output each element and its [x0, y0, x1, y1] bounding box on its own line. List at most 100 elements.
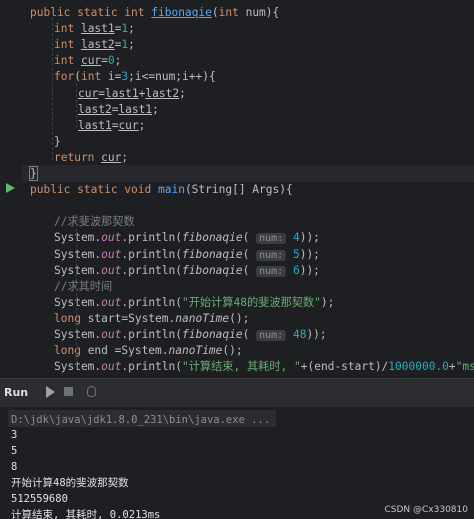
code-token: long [54, 344, 88, 358]
code-token: out [101, 231, 122, 245]
code-line[interactable]: int last2=1; [54, 37, 135, 53]
code-token: //求其时间 [54, 279, 113, 293]
code-line[interactable]: System.out.println("计算结束, 其耗时, "+(end-st… [54, 359, 474, 375]
code-token: } [29, 166, 38, 181]
code-token: (String[] Args){ [184, 183, 293, 197]
code-token: num){ [245, 6, 280, 19]
code-line[interactable]: int cur=0; [54, 53, 121, 69]
code-token: fibonaqie [182, 328, 243, 341]
rerun-icon[interactable] [44, 385, 58, 399]
parameter-hint: num: [256, 233, 287, 245]
code-line[interactable]: System.out.println(fibonaqie( num: 4)); [54, 230, 320, 246]
code-line[interactable]: System.out.println(fibonaqie( num: 6)); [54, 263, 320, 279]
code-token: = [98, 86, 105, 100]
code-token: i= [107, 70, 122, 84]
code-line[interactable]: //求斐波那契数 [54, 214, 135, 230]
code-token: out [101, 295, 122, 309]
watermark: CSDN @Cx330810 [384, 505, 469, 515]
code-line[interactable]: return cur; [54, 150, 128, 166]
code-line[interactable]: public static int fibonaqie(int num){ [30, 5, 279, 21]
run-main-gutter-icon[interactable] [6, 183, 15, 193]
code-token: fibonaqie [182, 247, 243, 261]
code-token: start=System. [87, 311, 176, 325]
code-token: last1 [118, 102, 153, 116]
console-command-line[interactable]: D:\jdk\java\jdk1.8.0_231\bin\java.exe ..… [11, 412, 270, 428]
code-token: .println( [121, 328, 182, 341]
current-line-highlight [22, 165, 474, 182]
code-token: )); [299, 263, 320, 277]
code-token: nanoTime [168, 344, 223, 358]
run-console[interactable]: D:\jdk\java\jdk1.8.0_231\bin\java.exe ..… [0, 407, 474, 519]
code-line[interactable]: int last1=1; [54, 21, 135, 37]
code-token: ; [114, 54, 122, 68]
code-token: cur [80, 54, 102, 68]
code-token: cur [78, 86, 99, 100]
code-line[interactable]: } [29, 166, 38, 182]
debug-icon[interactable] [85, 385, 99, 399]
code-token: } [54, 134, 61, 148]
console-line: 512559680 [11, 493, 68, 505]
indent-guide [76, 84, 78, 128]
code-token: last2 [80, 38, 115, 52]
code-line[interactable]: //求其时间 [54, 279, 112, 295]
code-editor[interactable]: public static int fibonaqie(int num){int… [0, 0, 474, 376]
code-line[interactable]: long start=System.nanoTime(); [54, 311, 249, 327]
run-tab-label[interactable]: Run [4, 386, 28, 399]
code-token: return [54, 150, 102, 164]
console-line: 3 [11, 429, 18, 441]
code-line[interactable]: } [54, 134, 61, 150]
code-token: (); [222, 344, 243, 358]
indent-guide [52, 18, 54, 160]
code-line[interactable]: for(int i=3;i<=num;i++){ [54, 69, 216, 85]
code-token: nanoTime [175, 311, 230, 325]
code-line[interactable]: last1=cur; [78, 118, 145, 134]
code-token: last1 [80, 22, 115, 36]
code-line[interactable]: last2=last1; [78, 102, 159, 118]
code-line[interactable]: System.out.println(fibonaqie( num: 48)); [54, 327, 327, 343]
code-token: .println( [121, 360, 182, 374]
indent-guide [76, 214, 78, 370]
code-token: last2 [145, 86, 180, 100]
code-token: last2 [78, 102, 112, 116]
code-token: out [101, 263, 122, 277]
console-line: 计算结束, 其耗时, 0.0213ms [11, 509, 161, 519]
code-token: int [54, 22, 81, 36]
code-token: + [448, 360, 456, 374]
code-token: .println( [121, 295, 182, 309]
code-token: last1 [104, 86, 139, 100]
code-token: ( [242, 328, 257, 341]
code-token: )); [306, 328, 327, 341]
code-token: ; [128, 38, 135, 52]
parameter-hint: num: [256, 330, 287, 341]
code-token: "ms" [455, 360, 474, 374]
code-token: 4 [292, 231, 300, 245]
code-token: ); [320, 295, 335, 309]
stop-icon[interactable] [62, 385, 76, 399]
code-token: 1000000.0 [388, 360, 449, 374]
code-line[interactable]: cur=last1+last2; [78, 86, 186, 102]
code-line[interactable]: public static void main(String[] Args){ [30, 182, 293, 198]
code-line[interactable]: long end =System.nanoTime(); [54, 343, 243, 359]
code-token: long [54, 311, 88, 325]
code-token: )); [299, 231, 320, 245]
code-line[interactable]: System.out.println(fibonaqie( num: 5)); [54, 247, 320, 263]
code-token: cur [101, 150, 122, 164]
code-token: fibonaqie [151, 6, 212, 19]
code-token: public static void [30, 183, 158, 197]
code-token: int [54, 38, 81, 52]
code-token: ; [128, 22, 135, 36]
code-token: 5 [292, 247, 300, 261]
parameter-hint: num: [256, 265, 287, 277]
code-line[interactable]: System.out.println("开始计算48的斐波那契数"); [54, 295, 334, 311]
console-line: 8 [11, 461, 18, 473]
code-token: ( [242, 263, 257, 277]
parameter-hint: num: [256, 249, 287, 261]
code-token: )); [299, 247, 320, 261]
code-token: main [157, 183, 185, 197]
console-line: 5 [11, 445, 18, 457]
console-line: 开始计算48的斐波那契数 [11, 477, 129, 489]
code-token: ; [152, 102, 159, 116]
